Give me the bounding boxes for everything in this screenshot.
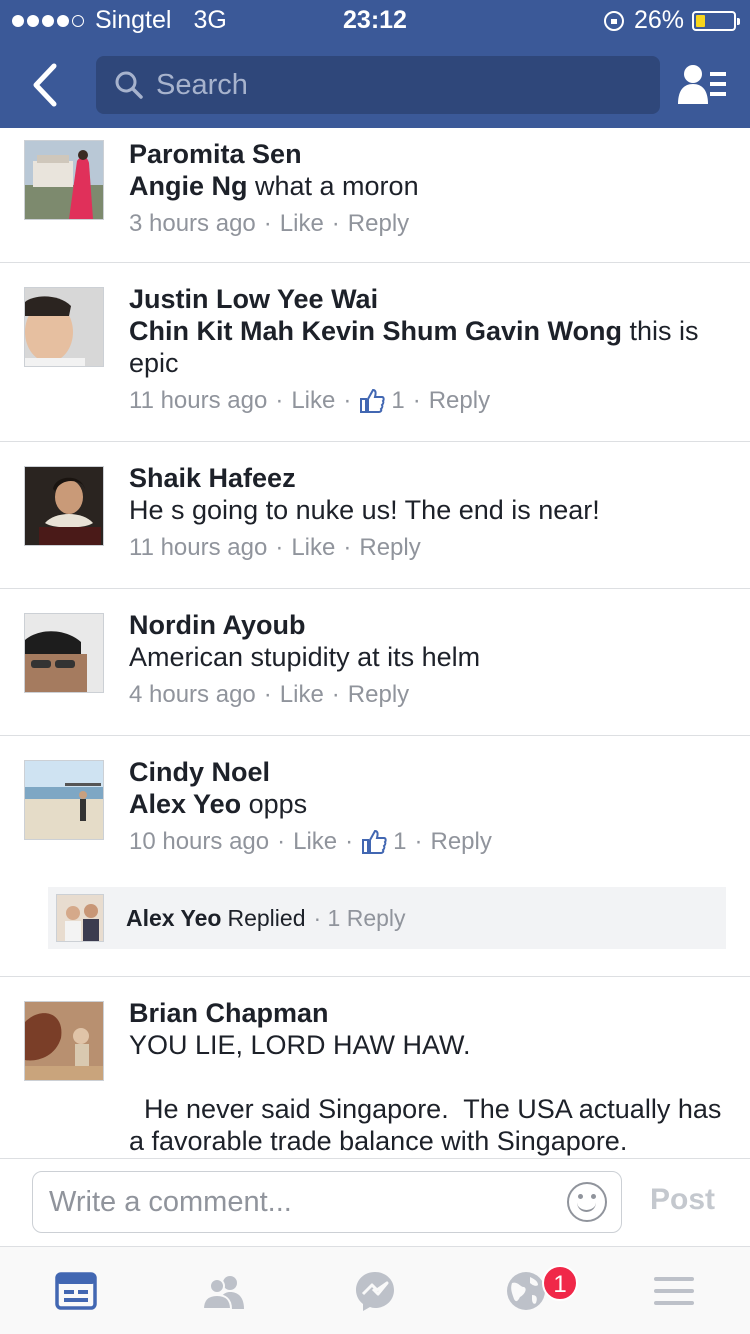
- comment-item: Brian Chapman YOU LIE, LORD HAW HAW. He …: [0, 977, 750, 1158]
- menu-icon[interactable]: [652, 1269, 696, 1313]
- comment-item: Shaik Hafeez He s going to nuke us! The …: [0, 442, 750, 589]
- like-count[interactable]: 1: [393, 826, 406, 858]
- like-button[interactable]: Like: [280, 679, 324, 711]
- bottom-tab-bar: 1: [0, 1246, 750, 1334]
- avatar[interactable]: [24, 287, 104, 367]
- post-button[interactable]: Post: [650, 1183, 715, 1217]
- avatar[interactable]: [24, 1001, 104, 1081]
- avatar[interactable]: [24, 466, 104, 546]
- comment-text: He s going to nuke us! The end is near!: [129, 495, 600, 525]
- like-button[interactable]: Like: [291, 385, 335, 417]
- comment-author[interactable]: Cindy Noel: [129, 756, 730, 788]
- reply-author: Alex Yeo: [126, 904, 222, 931]
- comment-time: 11 hours ago: [129, 387, 268, 414]
- comment-text: American stupidity at its helm: [129, 642, 481, 672]
- comment-time: 10 hours ago: [129, 828, 270, 855]
- reply-count: · 1 Reply: [313, 904, 406, 931]
- friend-requests-icon[interactable]: [676, 62, 728, 108]
- back-chevron-icon[interactable]: [28, 62, 68, 108]
- comment-meta: 4 hours ago · Like · Reply: [129, 679, 730, 711]
- comment-body: opps: [241, 789, 308, 819]
- comment-meta: 3 hours ago · Like · Reply: [129, 208, 730, 240]
- like-button[interactable]: Like: [280, 208, 324, 240]
- search-icon: [115, 71, 143, 99]
- comment-input[interactable]: Write a comment...: [32, 1171, 622, 1233]
- comment-text: Alex Yeo opps: [129, 788, 730, 820]
- reply-button[interactable]: Reply: [429, 385, 490, 417]
- comment-item: Justin Low Yee Wai Chin Kit Mah Kevin Sh…: [0, 263, 750, 442]
- comment-time: 4 hours ago: [129, 681, 256, 708]
- battery-percent: 26%: [633, 6, 684, 34]
- avatar[interactable]: [24, 760, 104, 840]
- notifications-globe-icon[interactable]: [504, 1269, 548, 1313]
- thumbs-up-icon: [362, 829, 387, 854]
- status-bar: Singtel 3G 23:12 26%: [0, 0, 750, 40]
- comment-text-continued: He never said Singapore. The USA actuall…: [129, 1094, 729, 1156]
- like-button[interactable]: Like: [293, 826, 337, 858]
- comment-meta: 11 hours ago · Like · Reply: [129, 532, 730, 564]
- emoji-smiley-icon[interactable]: [567, 1182, 607, 1222]
- tagged-person[interactable]: Alex Yeo: [129, 789, 241, 819]
- thumbs-up-icon: [360, 388, 386, 413]
- friends-icon[interactable]: [202, 1269, 246, 1313]
- avatar[interactable]: [24, 140, 104, 220]
- comment-text: Angie Ng what a moron: [129, 170, 730, 202]
- comment-composer: Write a comment... Post: [0, 1158, 750, 1246]
- battery-icon: [692, 10, 740, 31]
- comment-author[interactable]: Paromita Sen: [129, 138, 730, 170]
- like-count[interactable]: 1: [391, 385, 404, 417]
- reply-verb: Replied: [227, 904, 306, 931]
- comment-time: 11 hours ago: [129, 534, 268, 561]
- comments-list[interactable]: Paromita Sen Angie Ng what a moron 3 hou…: [0, 128, 750, 1158]
- comment-time: 3 hours ago: [129, 210, 256, 237]
- reply-count-label: 1 Reply: [327, 904, 406, 931]
- avatar[interactable]: [24, 613, 104, 693]
- reply-button[interactable]: Reply: [348, 679, 409, 711]
- comment-meta: 11 hours ago · Like · 1 · Reply: [129, 385, 730, 417]
- comment-item: Nordin Ayoub American stupidity at its h…: [0, 589, 750, 736]
- comment-author[interactable]: Nordin Ayoub: [129, 609, 730, 641]
- comment-placeholder: Write a comment...: [49, 1185, 292, 1218]
- comment-text: YOU LIE, LORD HAW HAW.: [129, 1030, 471, 1060]
- comment-text: Chin Kit Mah Kevin Shum Gavin Wong this …: [129, 315, 730, 379]
- like-button[interactable]: Like: [291, 532, 335, 564]
- comment-author[interactable]: Justin Low Yee Wai: [129, 283, 730, 315]
- reply-button[interactable]: Reply: [348, 208, 409, 240]
- tagged-person[interactable]: Angie Ng: [129, 171, 248, 201]
- search-input[interactable]: Search: [96, 56, 660, 114]
- reply-button[interactable]: Reply: [431, 826, 492, 858]
- comment-item: Cindy Noel Alex Yeo opps 10 hours ago · …: [0, 736, 750, 977]
- news-feed-icon[interactable]: [54, 1269, 98, 1313]
- search-placeholder: Search: [156, 68, 248, 101]
- tagged-person[interactable]: Chin Kit Mah Kevin Shum Gavin Wong: [129, 316, 622, 346]
- comment-item: Paromita Sen Angie Ng what a moron 3 hou…: [0, 128, 750, 263]
- rotation-lock-icon: [603, 10, 624, 31]
- comment-author[interactable]: Brian Chapman: [129, 997, 730, 1029]
- reply-button[interactable]: Reply: [359, 532, 420, 564]
- top-bar: Singtel 3G 23:12 26% Search: [0, 0, 750, 128]
- comment-author[interactable]: Shaik Hafeez: [129, 462, 730, 494]
- status-right: 26%: [603, 6, 740, 35]
- comment-meta: 10 hours ago · Like · 1 · Reply: [129, 826, 730, 858]
- notification-badge: 1: [542, 1265, 578, 1301]
- messenger-icon[interactable]: [353, 1269, 397, 1313]
- comment-body: what a moron: [247, 171, 419, 201]
- reply-avatar: [56, 894, 104, 942]
- view-replies-row[interactable]: Alex Yeo Replied · 1 Reply: [48, 887, 726, 949]
